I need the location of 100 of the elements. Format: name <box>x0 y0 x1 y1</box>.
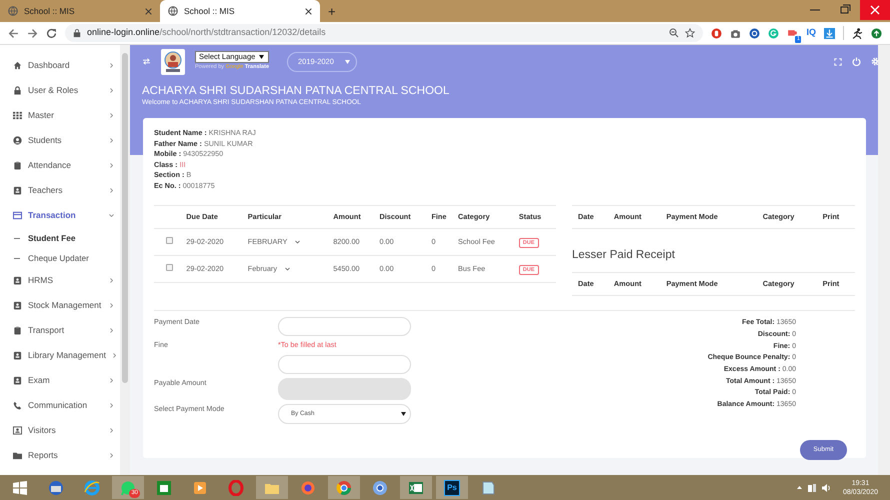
download-icon[interactable] <box>824 28 835 38</box>
chevron-right-icon <box>109 403 114 408</box>
windows-logo-icon[interactable] <box>12 480 28 496</box>
chevron-right-icon <box>109 113 114 118</box>
id-card-icon <box>13 301 22 310</box>
phone-icon <box>13 401 22 410</box>
spreadsheet-icon[interactable] <box>408 480 424 496</box>
globe-icon <box>168 6 178 16</box>
row-checkbox[interactable] <box>166 236 173 244</box>
close-icon[interactable] <box>305 8 312 14</box>
e-logo-icon[interactable] <box>84 480 100 496</box>
chevron-right-icon <box>109 453 114 458</box>
stop-icon[interactable] <box>711 28 722 38</box>
sidebar-item[interactable]: User & Roles <box>0 78 120 103</box>
sidebar-item[interactable]: Library Management <box>0 343 120 368</box>
date-field[interactable] <box>278 317 411 336</box>
browser-tab[interactable]: School :: MIS <box>160 0 320 22</box>
g-circle-icon[interactable] <box>768 28 780 38</box>
sidebar-item[interactable]: Master <box>0 103 120 128</box>
dash-icon <box>14 256 20 260</box>
browser-tab[interactable]: School :: MIS <box>0 0 160 22</box>
speaker-icon[interactable] <box>820 482 831 492</box>
reload-icon[interactable] <box>46 28 57 38</box>
dropdown-caret-icon <box>401 412 406 416</box>
circle-logo-icon[interactable] <box>336 480 352 496</box>
chevron-up-icon[interactable] <box>796 485 803 490</box>
chevron-right-icon <box>109 278 114 283</box>
star-icon[interactable] <box>685 28 696 38</box>
notepad-icon[interactable] <box>480 480 496 496</box>
clipboard-icon <box>13 161 22 170</box>
chevron-right-icon <box>112 353 117 358</box>
upload-circle-icon[interactable] <box>871 28 882 38</box>
sidebar-item[interactable]: Attendance <box>0 153 120 178</box>
user-circle-icon <box>13 136 22 145</box>
submenu-item[interactable]: Student Fee <box>0 228 120 248</box>
extension-label[interactable]: IQ <box>806 26 816 40</box>
sidebar-item[interactable]: HRMS <box>0 268 120 293</box>
back-icon[interactable] <box>8 28 19 38</box>
play-icon[interactable] <box>192 480 208 496</box>
sidebar-item[interactable]: Transaction <box>0 203 120 228</box>
dropdown-caret-icon <box>259 55 264 60</box>
runner-icon[interactable] <box>852 28 863 38</box>
chevron-right-icon <box>109 63 114 68</box>
dropdown-caret-icon <box>345 60 350 64</box>
id-card-icon <box>13 276 22 285</box>
address-bar[interactable]: online-login.online/school/north/stdtransaction/12032/details <box>65 24 704 42</box>
chevron-right-icon <box>109 188 114 193</box>
school-logo <box>161 48 185 74</box>
section-heading: Lesser Paid Receipt <box>572 248 676 263</box>
chevron-right-icon <box>109 138 114 143</box>
chevron-right-icon <box>109 163 114 168</box>
zoom-icon[interactable] <box>669 28 680 38</box>
id-card-icon <box>13 186 22 195</box>
window-icon <box>13 211 22 220</box>
globe-icon <box>8 6 18 16</box>
circle-logo-icon[interactable] <box>372 480 388 496</box>
sidebar-item[interactable]: Stock Management <box>0 293 120 318</box>
sidebar-item[interactable]: Visitors <box>0 418 120 443</box>
sidebar-item[interactable]: Dashboard <box>0 53 120 78</box>
chevron-right-icon <box>109 428 114 433</box>
sidebar-item[interactable]: Transport <box>0 318 120 343</box>
chevron-down-icon <box>285 267 290 271</box>
sidebar-item[interactable]: Communication <box>0 393 120 418</box>
page-scrollbar[interactable] <box>878 45 890 475</box>
sidebar-item[interactable]: Students <box>0 128 120 153</box>
url-text[interactable]: online-login.online/school/north/stdtransaction/12032/details <box>87 26 664 40</box>
sidebar-item[interactable]: Reports <box>0 443 120 468</box>
chevron-down-icon <box>109 213 114 218</box>
row-checkbox[interactable] <box>166 264 173 271</box>
address-card-icon <box>13 426 22 435</box>
home-icon <box>13 61 22 70</box>
fine-field[interactable] <box>278 355 411 374</box>
grid-icon <box>13 111 22 120</box>
new-tab-button[interactable]: + <box>328 2 336 22</box>
submenu-item[interactable]: Cheque Updater <box>0 248 120 268</box>
folder-icon <box>13 451 22 460</box>
id-card-icon <box>13 351 22 360</box>
fullscreen-icon[interactable] <box>834 58 842 66</box>
network-icon[interactable] <box>806 482 817 492</box>
taskbar-app-button[interactable]: Ps <box>444 480 460 496</box>
id-card-icon <box>13 376 22 385</box>
clipboard-icon <box>13 326 22 335</box>
chevron-down-icon <box>295 240 300 244</box>
chevron-right-icon <box>109 303 114 308</box>
chevron-right-icon <box>109 88 114 93</box>
swap-arrows-icon[interactable] <box>142 58 151 65</box>
sidebar-item[interactable]: Teachers <box>0 178 120 203</box>
lock-icon <box>73 28 81 38</box>
chevron-right-icon <box>109 378 114 383</box>
settings-icon[interactable] <box>871 57 880 66</box>
sidebar-item[interactable]: Exam <box>0 368 120 393</box>
sidebar-scrollbar[interactable] <box>122 53 128 383</box>
school-title: ACHARYA SHRI SUDARSHAN PATNA CENTRAL SCHOOL <box>142 84 450 98</box>
camera-icon[interactable] <box>730 28 742 38</box>
chevron-right-icon <box>109 328 114 333</box>
lock-icon <box>13 86 22 95</box>
forward-icon[interactable] <box>27 28 38 38</box>
power-icon[interactable] <box>852 57 861 66</box>
dash-icon <box>14 236 20 240</box>
circle-a-icon[interactable] <box>749 28 760 38</box>
